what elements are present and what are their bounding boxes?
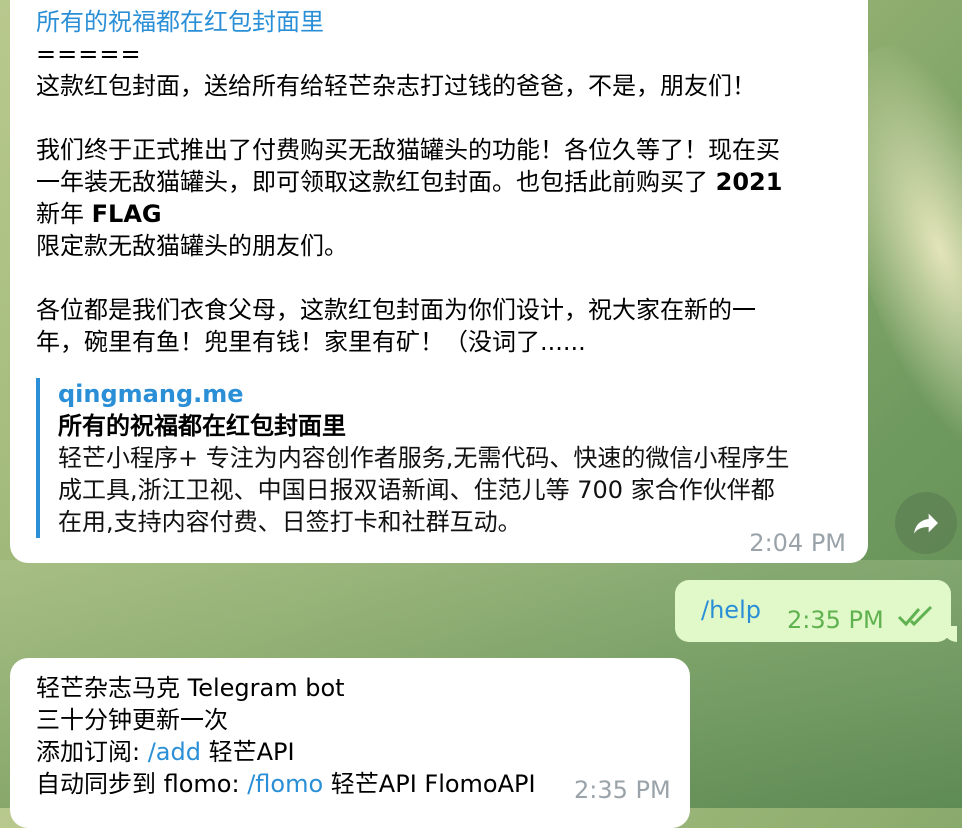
add-command-link[interactable]: /add xyxy=(148,738,201,766)
forward-arrow-icon xyxy=(914,513,938,534)
message-line-text: 轻芒API xyxy=(200,738,295,766)
bold-flag: FLAG xyxy=(91,200,162,228)
flomo-command-link[interactable]: /flomo xyxy=(247,770,323,798)
separator-line: ===== xyxy=(36,40,142,68)
message-line: 限定款无敌猫罐头的朋友们。 xyxy=(36,232,348,260)
message-line-text: 添加订阅: xyxy=(36,738,148,766)
message-line: 新年 FLAG xyxy=(36,198,848,230)
message-line: 添加订阅: /add 轻芒API xyxy=(36,736,536,768)
link-preview-description-line: 在用,支持内容付费、日签打卡和社群互动。 xyxy=(58,508,522,536)
message-line: 自动同步到 flomo: /flomo 轻芒API FlomoAPI xyxy=(36,768,536,800)
message-line: 这款红包封面，送给所有给轻芒杂志打过钱的爸爸，不是，朋友们！ xyxy=(36,72,756,100)
message-line: 一年装无敌猫罐头，即可领取这款红包封面。也包括此前购买了 2021 xyxy=(36,166,848,198)
message-timestamp: 2:35 PM xyxy=(574,776,671,804)
message-timestamp: 2:35 PM xyxy=(787,606,884,634)
incoming-message-bubble[interactable]: 所有的祝福都在红包封面里 ===== 这款红包封面，送给所有给轻芒杂志打过钱的爸… xyxy=(10,0,868,563)
message-line: 三十分钟更新一次 xyxy=(36,706,228,734)
link-preview-description-line: 轻芒小程序+ 专注为内容创作者服务,无需代码、快速的微信小程序生 xyxy=(58,444,790,472)
message-line: 我们终于正式推出了付费购买无敌猫罐头的功能！各位久等了！现在买 xyxy=(36,136,780,164)
message-line-text: 新年 xyxy=(36,200,92,228)
outgoing-message-bubble[interactable]: /help 2:35 PM xyxy=(675,580,951,642)
message-text: 所有的祝福都在红包封面里 ===== 这款红包封面，送给所有给轻芒杂志打过钱的爸… xyxy=(36,6,848,358)
bold-year: 2021 xyxy=(715,168,783,196)
message-line-text: 轻芒API FlomoAPI xyxy=(323,770,536,798)
message-line: 年，碗里有鱼！兜里有钱！家里有矿！（没词了...... xyxy=(36,328,586,356)
forward-button[interactable] xyxy=(895,492,957,554)
double-check-icon xyxy=(897,605,933,627)
message-line: 各位都是我们衣食父母，这款红包封面为你们设计，祝大家在新的一 xyxy=(36,296,756,324)
link-preview-title: 所有的祝福都在红包封面里 xyxy=(58,412,346,440)
message-line: 轻芒杂志马克 Telegram bot xyxy=(36,674,345,702)
link-preview-site[interactable]: qingmang.me xyxy=(58,378,858,410)
message-timestamp: 2:04 PM xyxy=(749,529,846,557)
message-line-text: 自动同步到 flomo: xyxy=(36,770,248,798)
incoming-message-bubble[interactable]: 轻芒杂志马克 Telegram bot 三十分钟更新一次 添加订阅: /add … xyxy=(10,658,690,828)
message-line-text: 一年装无敌猫罐头，即可领取这款红包封面。也包括此前购买了 xyxy=(36,168,716,196)
message-title-link[interactable]: 所有的祝福都在红包封面里 xyxy=(36,6,848,38)
message-text: 轻芒杂志马克 Telegram bot 三十分钟更新一次 添加订阅: /add … xyxy=(36,672,536,800)
link-preview[interactable]: qingmang.me 所有的祝福都在红包封面里 轻芒小程序+ 专注为内容创作者… xyxy=(36,378,858,538)
command-link[interactable]: /help xyxy=(701,596,761,624)
link-preview-description-line: 成工具,浙江卫视、中国日报双语新闻、住范儿等 700 家合作伙伴都 xyxy=(58,476,775,504)
